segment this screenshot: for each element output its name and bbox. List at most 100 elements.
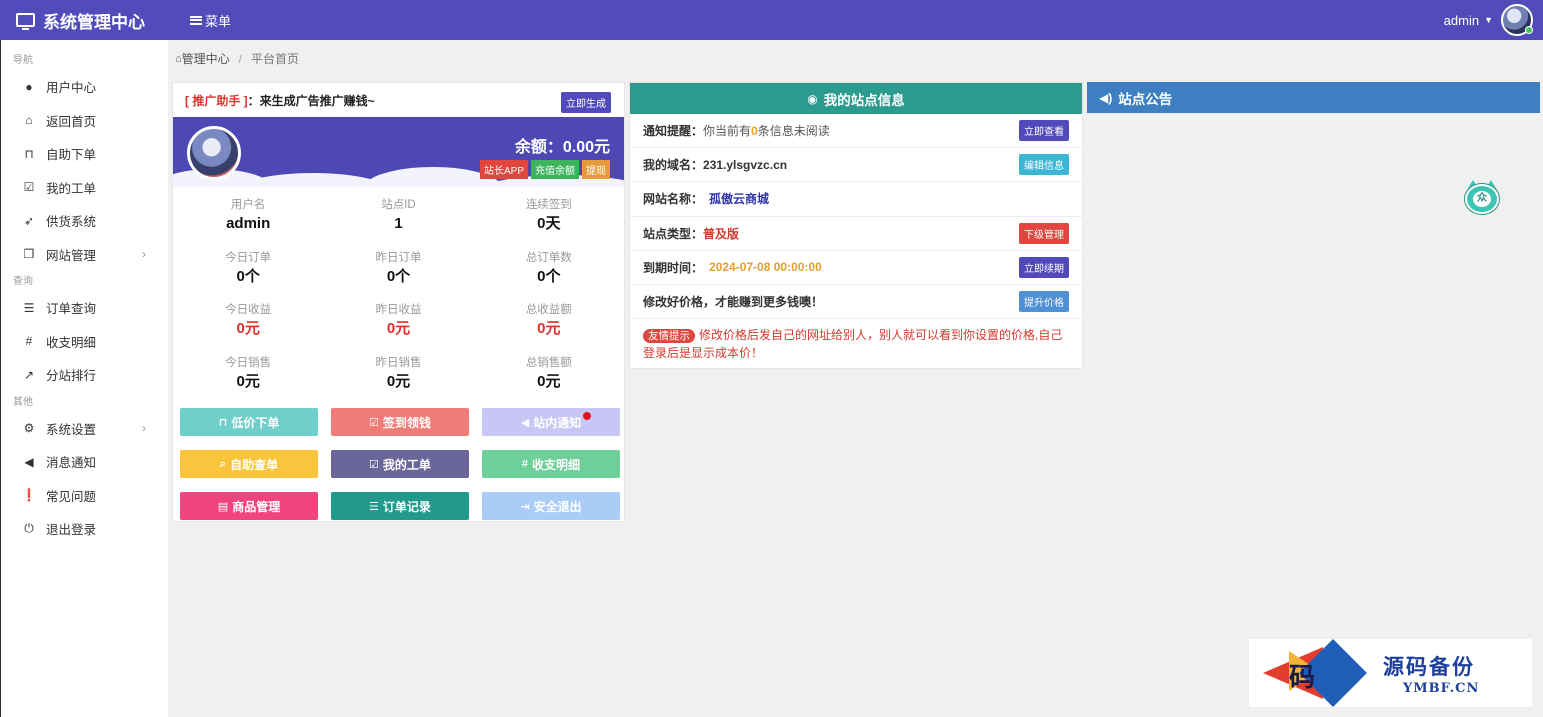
raise-price-button[interactable]: 提升价格	[1019, 291, 1069, 313]
breadcrumb-current: 平台首页	[251, 52, 300, 66]
sidebar-item-order-query[interactable]: ☰ 订单查询	[1, 291, 168, 325]
sidebar-item-label: 订单查询	[46, 302, 97, 317]
floating-service-icon[interactable]: 众	[1463, 180, 1501, 214]
withdraw-button[interactable]: 提现	[582, 160, 610, 179]
sidebar-item-logout[interactable]: ⏻ 退出登录	[1, 512, 168, 546]
stat-checkin-days: 连续签到 0天	[525, 199, 572, 232]
balance-amount: 余额：0.00元	[514, 139, 610, 156]
site-notice-button[interactable]: ◀ 站内通知	[482, 408, 620, 436]
settings-icon: ⚙	[23, 421, 35, 436]
stat-today-income: 今日收益 0元	[225, 304, 272, 337]
chevron-right-icon: ›	[142, 247, 146, 262]
list-icon: ☰	[369, 500, 379, 513]
sidebar-item-label: 用户中心	[46, 81, 97, 96]
generate-ad-button[interactable]: 立即生成	[561, 92, 611, 113]
sub-management-button[interactable]: 下级管理	[1019, 222, 1069, 244]
menu-label: 菜单	[205, 13, 232, 29]
safe-logout-button[interactable]: ⇥ 安全退出	[482, 492, 620, 520]
avatar[interactable]	[1501, 4, 1533, 36]
notification-dot	[583, 412, 591, 420]
sidebar-item-finance-detail[interactable]: # 收支明细	[1, 325, 168, 359]
sidebar-item-home[interactable]: ⌂ 返回首页	[1, 104, 168, 138]
sidebar-item-supply-system[interactable]: ➶ 供货系统	[1, 204, 168, 238]
sidebar-item-faq[interactable]: ❗ 常见问题	[1, 479, 168, 513]
quick-actions: ⊓ 低价下单 ☑ 签到领钱 ◀ 站内通知 ⌕ 自助查单 ☑ 我的工单 # 收支明细 ▤ 商品管…	[173, 408, 624, 520]
nav-section-label: 查询	[13, 276, 33, 287]
promo-row: [ 推广助手 ] ：来生成广告推广赚钱~ 立即生成	[173, 83, 624, 117]
stat-today-sales: 今日销售 0元	[225, 356, 272, 390]
expire-value: 2024-07-08 00:00:00	[709, 260, 822, 275]
sidebar-item-label: 我的工单	[46, 181, 97, 196]
sidebar-item-label: 常见问题	[46, 489, 97, 504]
caret-down-icon: ▼	[1484, 15, 1493, 25]
username: admin	[1443, 12, 1480, 28]
sidebar-item-label: 退出登录	[46, 523, 97, 538]
my-tickets-button[interactable]: ☑ 我的工单	[331, 450, 469, 478]
product-management-button[interactable]: ▤ 商品管理	[180, 492, 318, 520]
nav-section-label: 导航	[13, 55, 33, 66]
home-icon: ⌂	[175, 52, 182, 65]
stat-yesterday-orders: 昨日订单 0个	[375, 251, 422, 285]
info-row-site-type: 站点类型： 普及版 下级管理	[630, 217, 1082, 251]
sidebar-item-label: 收支明细	[46, 335, 97, 350]
sidebar-item-self-order[interactable]: ⊓ 自助下单	[1, 137, 168, 171]
checkbox-icon: ☑	[369, 458, 379, 471]
home-icon: ⌂	[25, 113, 33, 128]
stat-today-orders: 今日订单 0个	[225, 251, 272, 285]
info-row-site-name: 网站名称： 孤傲云商城	[630, 182, 1082, 217]
stat-total-sales: 总销售额 0元	[525, 356, 572, 390]
renew-button[interactable]: 立即续期	[1019, 256, 1069, 278]
info-row-domain: 我的域名： 231.ylsgvzc.cn 编辑信息	[630, 148, 1082, 183]
order-records-button[interactable]: ☰ 订单记录	[331, 492, 469, 520]
sidebar-item-site-management[interactable]: ❒ 网站管理 ›	[1, 238, 168, 272]
sidebar-item-site-ranking[interactable]: ↗ 分站排行	[1, 358, 168, 392]
low-price-order-button[interactable]: ⊓ 低价下单	[180, 408, 318, 436]
panel-header: ◉ 我的站点信息	[630, 83, 1082, 114]
panel-title: 我的站点信息	[823, 92, 905, 108]
nav-section-label: 其他	[13, 396, 33, 408]
cart-icon: ⊓	[218, 416, 228, 429]
monitor-icon	[16, 13, 35, 30]
cart-icon: ⊓	[24, 146, 34, 161]
finance-detail-button[interactable]: # 收支明细	[482, 450, 620, 478]
site-info-panel: ◉ 我的站点信息 通知提醒： 你当前有 0 条信息未阅读 立即查看 我的域名： 231…	[629, 82, 1083, 369]
view-now-button[interactable]: 立即查看	[1019, 120, 1069, 142]
watermark-emblem: 码	[1249, 639, 1369, 707]
checkin-button[interactable]: ☑ 签到领钱	[331, 408, 469, 436]
card-icon: ▤	[217, 500, 229, 513]
recharge-button[interactable]: 充值余额	[531, 160, 579, 179]
user-menu[interactable]: admin ▼	[1444, 4, 1533, 36]
hash-icon: #	[25, 334, 33, 349]
top-bar: 系统管理中心 菜单 admin ▼	[0, 0, 1543, 40]
sidebar-item-system-settings[interactable]: ⚙ 系统设置 ›	[1, 412, 168, 446]
menu-icon	[190, 15, 202, 25]
sidebar-item-user-center[interactable]: ● 用户中心	[1, 70, 168, 104]
tip-message: 友情提示 修改价格后发自己的网址给别人，别人就可以看到你设置的价格,自己登录后是显…	[643, 328, 1063, 361]
sidebar-item-my-tickets[interactable]: ☑ 我的工单	[1, 171, 168, 205]
site-app-button[interactable]: 站长APP	[479, 160, 528, 179]
sidebar-item-notifications[interactable]: ◀ 消息通知	[1, 445, 168, 479]
hash-icon: #	[521, 458, 529, 470]
menu-toggle-button[interactable]: 菜单	[190, 11, 231, 30]
stat-username: 用户名 admin	[226, 199, 271, 232]
edit-info-button[interactable]: 编辑信息	[1019, 154, 1069, 176]
stat-yesterday-sales: 昨日销售 0元	[375, 356, 422, 390]
domain-value: 231.ylsgvzc.cn	[703, 157, 788, 172]
volume-icon: ◀)	[1099, 90, 1113, 105]
brand[interactable]: 系统管理中心	[0, 8, 168, 33]
watermark-title: 源码备份	[1383, 653, 1475, 679]
avatar[interactable]	[187, 126, 241, 180]
breadcrumb-root-link[interactable]: 管理中心	[182, 50, 230, 67]
search-icon: ⌕	[219, 457, 227, 470]
order-lookup-button[interactable]: ⌕ 自助查单	[180, 450, 318, 478]
sidebar-item-label: 网站管理	[46, 248, 97, 263]
question-icon: ❗	[21, 488, 37, 503]
power-icon: ⏻	[24, 521, 34, 536]
promo-text: ：来生成广告推广赚钱~	[247, 93, 375, 108]
info-row-expire: 到期时间： 2024-07-08 00:00:00 立即续期	[630, 251, 1082, 285]
rocket-icon: ➶	[23, 213, 35, 228]
online-status-icon	[1525, 26, 1533, 34]
stat-site-id: 站点ID 1	[381, 199, 416, 232]
watermark-domain: YMBF.CN	[1403, 680, 1480, 696]
stat-total-income: 总收益额 0元	[525, 304, 572, 337]
